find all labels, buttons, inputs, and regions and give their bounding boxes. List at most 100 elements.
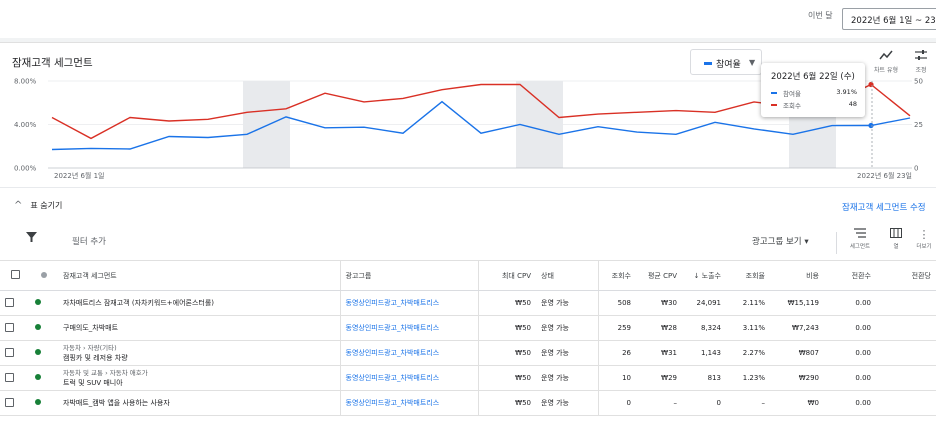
- adgroup-link[interactable]: 동영상인피드광고_차박매트리스: [346, 299, 440, 307]
- status-cell: 운영 가능: [536, 315, 598, 341]
- adgroup-link[interactable]: 동영상인피드광고_차박매트리스: [346, 324, 440, 332]
- table-row[interactable]: 자동차 › 자량(기타) 캠핑카 및 레저용 차량 동영상인피드광고_차박매트리스 ₩…: [0, 340, 936, 366]
- adgroup-cell: 동영상인피드광고_차박매트리스: [339, 365, 478, 391]
- x-axis-end-label: 2022년 6월 23일: [857, 171, 912, 180]
- max-cpv-cell[interactable]: ₩50: [477, 365, 536, 391]
- max-cpv-cell[interactable]: ₩50: [477, 315, 536, 341]
- table-row[interactable]: 자박매트_캠박 앱을 사용하는 사용자 동영상인피드광고_차박매트리스 ₩50 운영 …: [0, 390, 936, 416]
- max-cpv-cell[interactable]: ₩50: [477, 290, 536, 316]
- segment-name-cell: 자동차 및 교통 › 자동차 애호가 트럭 및 SUV 매니아: [58, 365, 340, 391]
- date-range-picker[interactable]: 2022년 6월 1일 ~ 23일: [842, 8, 936, 30]
- view-rate-cell: 2.27%: [726, 340, 770, 366]
- avg-cpv-cell: ₩28: [636, 315, 682, 341]
- select-all-cell: [0, 260, 30, 291]
- avg-cpv-cell: ₩31: [636, 340, 682, 366]
- conversions-cell: 0.00: [824, 290, 876, 316]
- table-row[interactable]: 구매의도_차박매트 동영상인피드광고_차박매트리스 ₩50 운영 가능 259 ₩28 8,…: [0, 315, 936, 341]
- more-button[interactable]: ⋮ 더보기: [912, 228, 936, 250]
- status-cell: 운영 가능: [536, 340, 598, 366]
- more-icon: ⋮: [918, 228, 930, 241]
- top-bar: 이번 달 2022년 6월 1일 ~ 23일: [0, 0, 936, 40]
- row-checkbox-cell: [0, 290, 30, 316]
- adgroup-link[interactable]: 동영상인피드광고_차박매트리스: [346, 399, 440, 407]
- series-highlight-point-0: [868, 122, 874, 129]
- row-checkbox[interactable]: [5, 347, 14, 357]
- column-header-max-cpv[interactable]: 최대 CPV: [477, 260, 536, 291]
- columns-button[interactable]: 열: [884, 228, 908, 250]
- chart-title: 잠재고객 세그먼트: [12, 57, 93, 69]
- adgroup-link[interactable]: 동영상인피드광고_차박매트리스: [346, 374, 440, 382]
- row-checkbox[interactable]: [5, 397, 14, 407]
- filter-toolbar: 필터 추가 광고그룹 보기 ▾ 세그먼트 열 ⋮ 더보기: [0, 226, 936, 256]
- column-header-cost[interactable]: 비용: [770, 260, 824, 291]
- adgroup-cell: 동영상인피드광고_차박매트리스: [339, 290, 478, 316]
- impressions-cell: 1,143: [682, 340, 726, 366]
- conversions-cell: 0.00: [824, 390, 876, 416]
- table-row[interactable]: 자동차 및 교통 › 자동차 애호가 트럭 및 SUV 매니아 동영상인피드광고_차…: [0, 365, 936, 391]
- cost-per-conversion-cell: [876, 290, 936, 316]
- metric-color-swatch: [704, 62, 712, 65]
- adgroup-link[interactable]: 동영상인피드광고_차박매트리스: [346, 349, 440, 357]
- chevron-down-icon: ▼: [749, 58, 756, 67]
- row-checkbox[interactable]: [5, 372, 14, 382]
- column-header-cost-per-conversion[interactable]: 전환당: [876, 260, 936, 291]
- segment-button[interactable]: 세그먼트: [844, 228, 876, 250]
- status-dot: [35, 324, 41, 330]
- view-rate-cell: 2.11%: [726, 290, 770, 316]
- series-highlight-point-1: [868, 81, 874, 88]
- row-checkbox[interactable]: [5, 297, 14, 307]
- conversions-cell: 0.00: [824, 340, 876, 366]
- adgroup-view-select[interactable]: 광고그룹 보기 ▾: [752, 235, 809, 247]
- edit-segment-link[interactable]: 잠재고객 세그먼트 수정: [842, 201, 926, 213]
- segment-icon: [844, 228, 876, 242]
- view-rate-cell: –: [726, 390, 770, 416]
- tooltip-row-engagement: 참여율 3.91%: [771, 88, 857, 98]
- metric-select-label: 참여율: [716, 60, 741, 70]
- tooltip-row-name: 참여율: [783, 90, 801, 98]
- segment-name: 자동차 및 교통 › 자동차 애호가: [63, 369, 148, 377]
- row-status-cell: [30, 390, 58, 416]
- status-dot-header: [30, 260, 58, 291]
- hide-table-label: 표 숨기기: [30, 201, 63, 210]
- segment-name: 캠핑카 및 레저용 차량: [63, 354, 128, 362]
- max-cpv-cell[interactable]: ₩50: [477, 390, 536, 416]
- column-header-views[interactable]: 조회수: [597, 260, 636, 291]
- avg-cpv-cell: –: [636, 390, 682, 416]
- chevron-down-icon: ▾: [804, 237, 809, 247]
- conversions-cell: 0.00: [824, 315, 876, 341]
- column-header-impressions[interactable]: ↓ 노출수: [682, 260, 726, 291]
- column-header-status[interactable]: 상태: [536, 260, 598, 291]
- left-axis-tick: 4.00%: [14, 121, 37, 129]
- impressions-cell: 813: [682, 365, 726, 391]
- select-all-checkbox[interactable]: [10, 270, 20, 279]
- avg-cpv-cell: ₩30: [636, 290, 682, 316]
- add-filter-button[interactable]: 필터 추가: [72, 235, 106, 247]
- conversions-cell: 0.00: [824, 365, 876, 391]
- column-header-avg-cpv[interactable]: 평균 CPV: [636, 260, 682, 291]
- table-body: 자차매트리스 잠재고객 (자차키워드+에어론스터롤) 동영상인피드광고_차박매트리…: [0, 290, 936, 416]
- cost-cell: ₩290: [770, 365, 824, 391]
- views-cell: 508: [597, 290, 636, 316]
- column-header-segment[interactable]: 잠재고객 세그먼트: [58, 260, 340, 291]
- segment-name-cell: 자차매트리스 잠재고객 (자차키워드+에어론스터롤): [58, 290, 340, 316]
- row-status-cell: [30, 315, 58, 341]
- chevron-up-icon: ^: [14, 200, 23, 211]
- columns-label: 열: [893, 244, 899, 250]
- column-header-conversions[interactable]: 전환수: [824, 260, 876, 291]
- views-cell: 26: [597, 340, 636, 366]
- segment-name-cell: 자동차 › 자량(기타) 캠핑카 및 레저용 차량: [58, 340, 340, 366]
- hide-table-toggle[interactable]: ^ 표 숨기기: [14, 200, 62, 211]
- tooltip-row-value: 48: [848, 100, 857, 108]
- view-rate-cell: 3.11%: [726, 315, 770, 341]
- status-cell: 운영 가능: [536, 290, 598, 316]
- max-cpv-cell[interactable]: ₩50: [477, 340, 536, 366]
- filter-icon[interactable]: [26, 232, 37, 246]
- right-axis-tick: 25: [914, 121, 923, 129]
- column-header-adgroup[interactable]: 광고그룹: [339, 260, 478, 291]
- table-row[interactable]: 자차매트리스 잠재고객 (자차키워드+에어론스터롤) 동영상인피드광고_차박매트리…: [0, 290, 936, 316]
- row-checkbox[interactable]: [5, 322, 14, 332]
- tooltip-row-views: 조회수 48: [771, 100, 857, 110]
- chart-divider: [0, 187, 936, 188]
- adgroup-cell: 동영상인피드광고_차박매트리스: [339, 315, 478, 341]
- column-header-view-rate[interactable]: 조회율: [726, 260, 770, 291]
